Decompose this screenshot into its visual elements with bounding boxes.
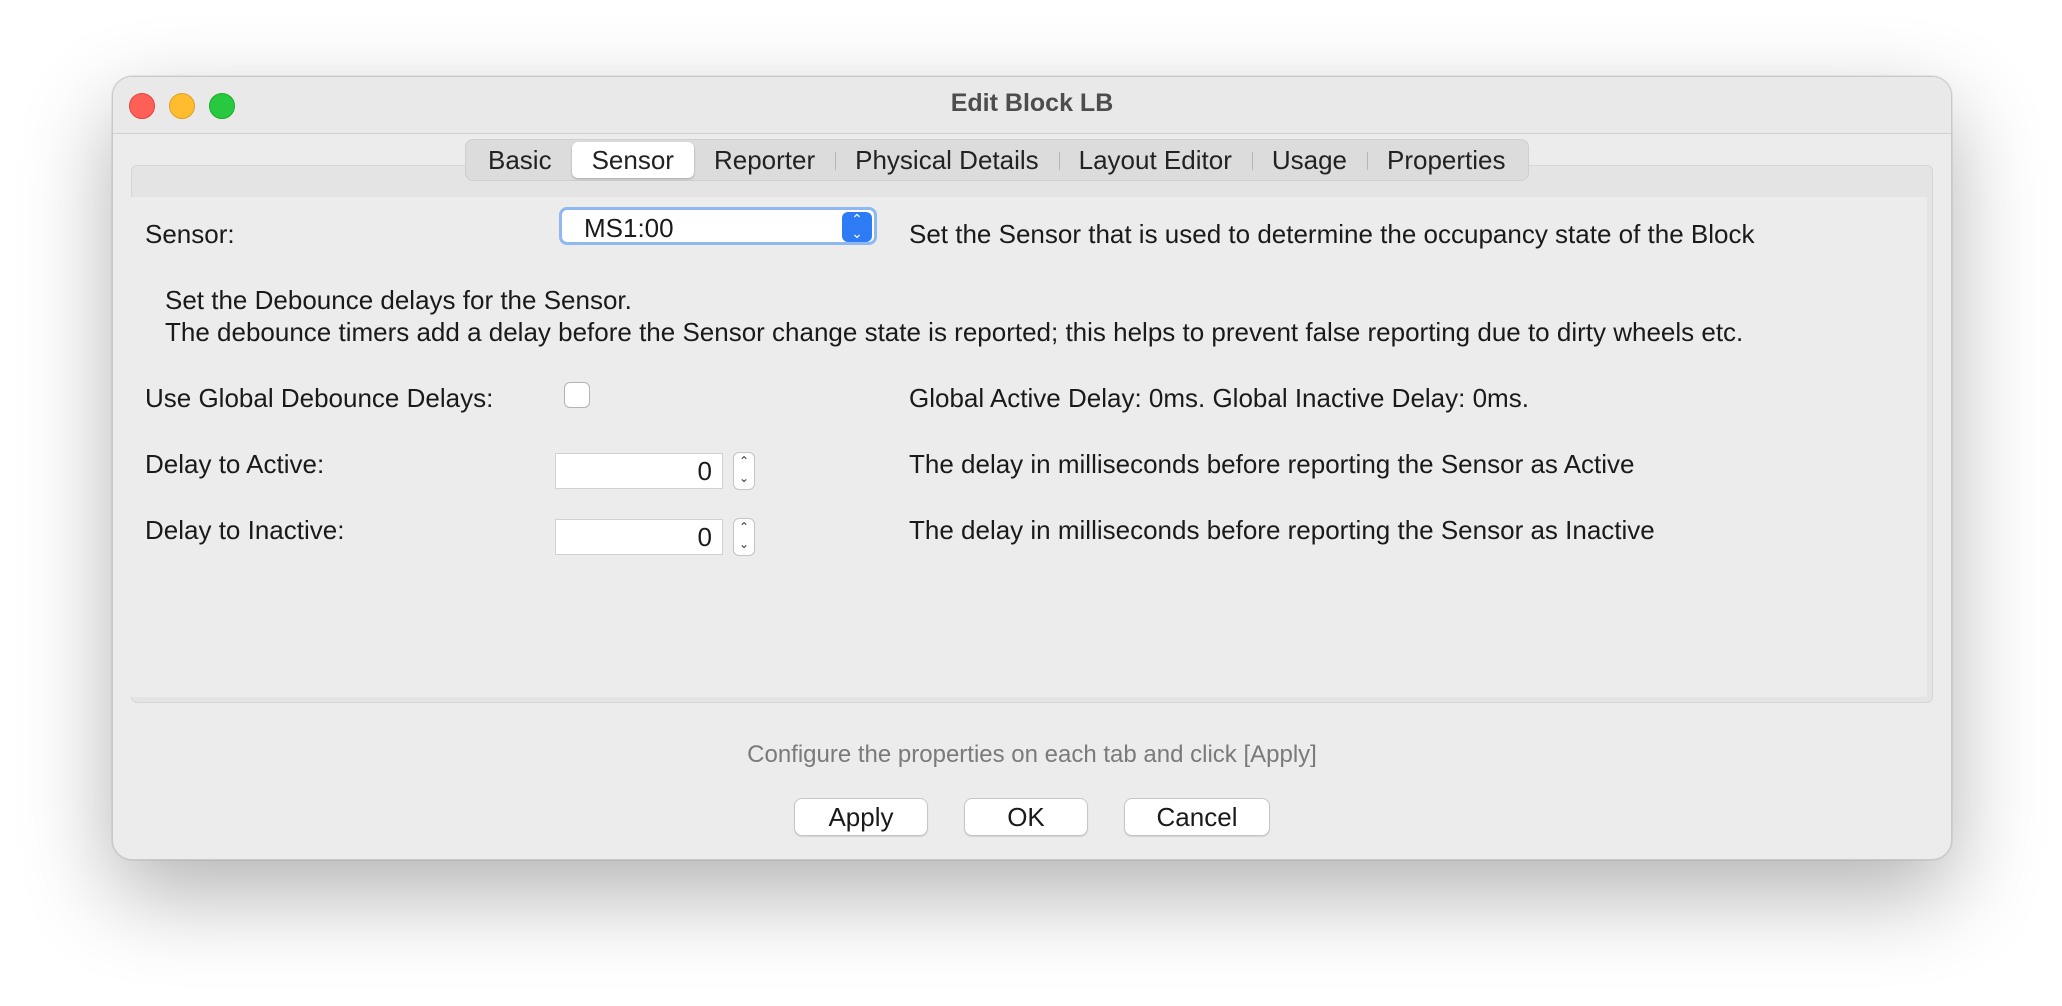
- chevron-down-icon[interactable]: ⌄: [734, 536, 754, 553]
- sensor-help-text: Set the Sensor that is used to determine…: [909, 219, 1755, 249]
- sensor-select-value: MS1:00: [584, 213, 674, 243]
- cancel-button[interactable]: Cancel: [1124, 798, 1270, 836]
- window-title: Edit Block LB: [950, 89, 1114, 117]
- delay-to-inactive-stepper[interactable]: ⌃ ⌄: [733, 518, 755, 556]
- tab-bar: Basic Sensor Reporter Physical Details L…: [465, 139, 1529, 181]
- delay-to-active-help: The delay in milliseconds before reporti…: [909, 449, 1635, 479]
- tab-basic[interactable]: Basic: [468, 142, 572, 178]
- use-global-debounce-label: Use Global Debounce Delays:: [145, 383, 494, 413]
- chevron-up-icon[interactable]: ⌃: [734, 519, 754, 536]
- tab-physical-details[interactable]: Physical Details: [835, 142, 1059, 178]
- debounce-description: The debounce timers add a delay before t…: [165, 317, 1744, 347]
- delay-to-inactive-help: The delay in milliseconds before reporti…: [909, 515, 1655, 545]
- delay-to-active-field[interactable]: 0: [555, 453, 723, 489]
- debounce-heading: Set the Debounce delays for the Sensor.: [165, 285, 632, 315]
- title-bar[interactable]: Edit Block LB: [113, 77, 1951, 134]
- sensor-tab-content: [131, 197, 1927, 697]
- use-global-debounce-checkbox[interactable]: [564, 382, 590, 408]
- tab-properties[interactable]: Properties: [1367, 142, 1526, 178]
- chevron-down-icon[interactable]: ⌄: [734, 470, 754, 487]
- tab-layout-editor[interactable]: Layout Editor: [1058, 142, 1252, 178]
- delay-to-inactive-field[interactable]: 0: [555, 519, 723, 555]
- global-delay-info: Global Active Delay: 0ms. Global Inactiv…: [909, 383, 1529, 413]
- edit-block-window: Edit Block LB Basic Sensor Reporter Phys…: [112, 76, 1952, 860]
- status-message: Configure the properties on each tab and…: [747, 741, 1317, 768]
- ok-button[interactable]: OK: [964, 798, 1088, 836]
- sensor-label: Sensor:: [145, 219, 235, 249]
- tab-sensor[interactable]: Sensor: [571, 142, 694, 178]
- delay-to-inactive-label: Delay to Inactive:: [145, 515, 345, 545]
- delay-to-active-label: Delay to Active:: [145, 449, 325, 479]
- tab-reporter[interactable]: Reporter: [694, 142, 835, 178]
- sensor-select[interactable]: MS1:00 ⌃ ⌄: [559, 207, 877, 245]
- up-down-arrows-icon[interactable]: ⌃ ⌄: [842, 212, 872, 242]
- delay-to-active-stepper[interactable]: ⌃ ⌄: [733, 452, 755, 490]
- chevron-up-icon[interactable]: ⌃: [734, 453, 754, 470]
- tab-usage[interactable]: Usage: [1251, 142, 1367, 178]
- apply-button[interactable]: Apply: [794, 798, 928, 836]
